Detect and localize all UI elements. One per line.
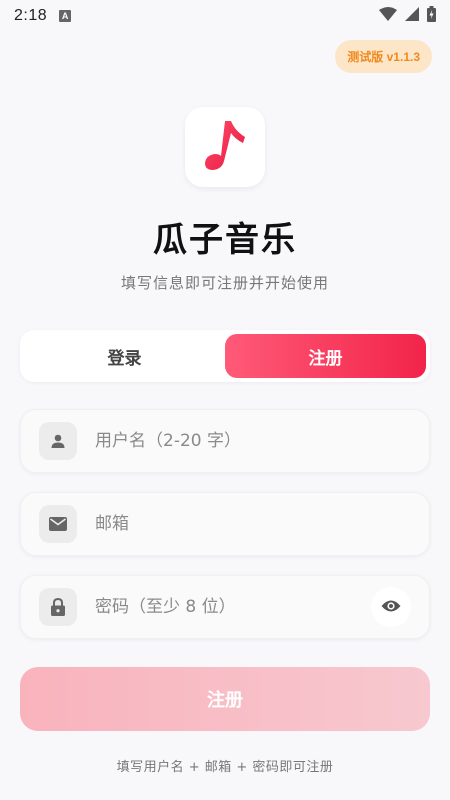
username-input[interactable]	[93, 420, 429, 462]
lock-icon	[39, 588, 77, 626]
app-logo	[185, 107, 265, 187]
music-note-icon	[201, 117, 249, 177]
email-field	[20, 492, 430, 556]
battery-icon	[427, 5, 436, 27]
status-time: 2:18	[14, 7, 48, 24]
auth-tabs: 登录 注册	[20, 330, 430, 382]
register-submit-button[interactable]: 注册	[20, 667, 430, 731]
tab-login[interactable]: 登录	[24, 334, 225, 378]
username-field	[20, 409, 430, 473]
mail-icon	[39, 505, 77, 543]
eye-icon	[381, 598, 401, 617]
password-input[interactable]	[93, 586, 371, 628]
tab-register[interactable]: 注册	[225, 334, 426, 378]
version-badge: 测试版 v1.1.3	[335, 40, 432, 73]
status-left: 2:18 A	[14, 7, 72, 25]
signal-icon	[405, 6, 419, 26]
footer-hint: 填写用户名 + 邮箱 + 密码即可注册	[116, 760, 334, 775]
notification-a-icon: A	[59, 10, 72, 22]
app-subtitle: 填写信息即可注册并开始使用	[120, 274, 329, 292]
status-right	[379, 5, 436, 27]
user-icon	[39, 422, 77, 460]
toggle-password-visibility-button[interactable]	[371, 587, 411, 627]
status-bar: 2:18 A	[0, 0, 450, 32]
wifi-icon	[379, 6, 397, 26]
email-input[interactable]	[93, 503, 429, 545]
password-field	[20, 575, 430, 639]
app-title: 瓜子音乐	[153, 220, 297, 260]
